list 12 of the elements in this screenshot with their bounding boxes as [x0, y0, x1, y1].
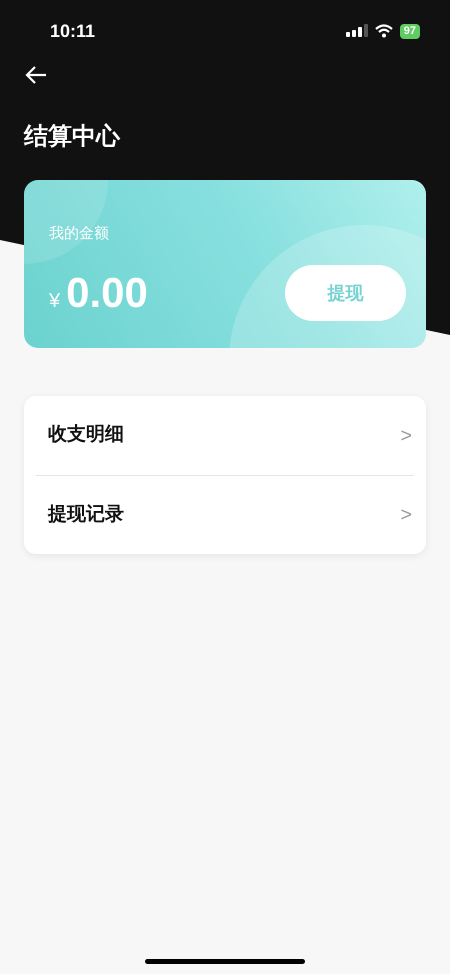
chevron-text: > — [400, 503, 412, 528]
menu-item[interactable]: 提现记录 > — [36, 475, 414, 554]
balance-label: 我的金额 — [49, 224, 110, 244]
wifi-icon — [374, 24, 393, 38]
menu-item[interactable]: 收支明细 > — [36, 396, 414, 475]
currency-symbol: ¥ — [49, 289, 60, 314]
back-arrow-icon[interactable] — [24, 65, 48, 85]
page-title: 结算中心 — [24, 122, 120, 152]
chevron-text: > — [400, 424, 412, 448]
status-time: 10:11 — [50, 20, 96, 42]
signal-icon — [346, 24, 368, 38]
balance-amount: 0.00 — [66, 270, 148, 316]
